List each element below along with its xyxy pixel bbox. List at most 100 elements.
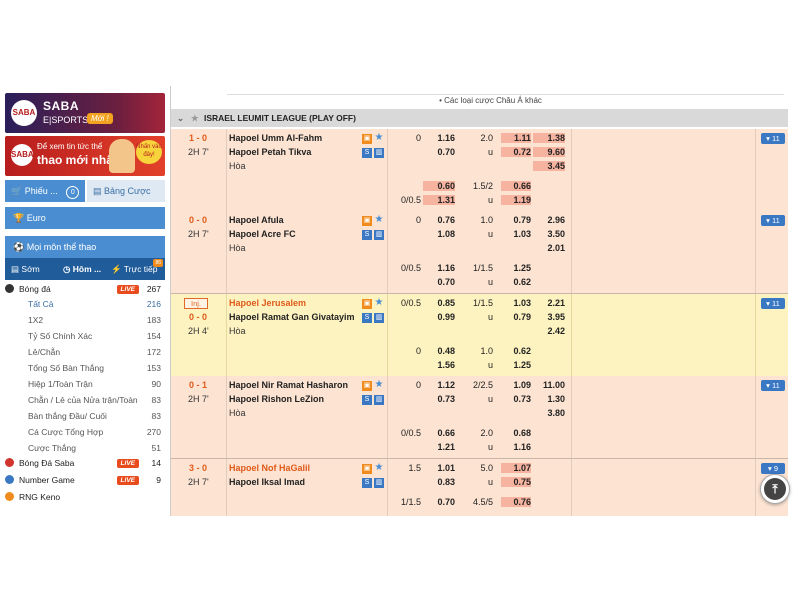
home-odds[interactable]: 1.12	[423, 380, 455, 390]
away-odds[interactable]: 0.83	[423, 477, 455, 487]
under-odds[interactable]: 0.73	[501, 394, 531, 404]
more-markets-button[interactable]: ▾ 11	[761, 215, 785, 226]
live-stream-icon[interactable]: S	[362, 148, 372, 158]
market-half-odd-even[interactable]: Chẵn / Lẻ của Nửa trận/Toàn 83	[28, 393, 163, 408]
sport-number-game[interactable]: Number Game LIVE 9	[5, 473, 165, 488]
sport-football[interactable]: Bóng đá LIVE 267	[5, 282, 165, 297]
market-correct-score[interactable]: Tỷ Số Chính Xác 154	[28, 329, 163, 344]
under-odds[interactable]: 0.75	[501, 477, 531, 487]
market-all[interactable]: Tất Cả 216	[28, 297, 163, 312]
star-icon[interactable]: ★	[374, 463, 384, 473]
away-odds-2[interactable]: 1.31	[423, 195, 455, 205]
tab-early[interactable]: ▤ Sớm	[11, 258, 40, 280]
star-icon[interactable]: ★	[374, 215, 384, 225]
home-odds[interactable]: 0.76	[423, 215, 455, 225]
1x2-draw[interactable]: 2.01	[533, 243, 565, 253]
trophy-icon[interactable]: ▣	[362, 381, 372, 391]
away-odds[interactable]: 0.73	[423, 394, 455, 404]
under-odds-2[interactable]: 1.16	[501, 442, 531, 452]
bet-slip-button[interactable]: 🛒 Phiếu ... 0	[5, 180, 85, 202]
trophy-icon[interactable]: ▣	[362, 134, 372, 144]
1x2-draw[interactable]: 3.45	[533, 161, 565, 171]
tab-today[interactable]: ◷ Hôm ...	[63, 258, 101, 280]
home-odds[interactable]: 0.85	[423, 298, 455, 308]
other-asian-bets-label[interactable]: • Các loại cược Châu Á khác	[227, 96, 754, 105]
1x2-away[interactable]: 3.95	[533, 312, 565, 322]
sport-rng-keno[interactable]: RNG Keno	[5, 490, 165, 505]
away-odds-2[interactable]: 1.21	[423, 442, 455, 452]
saba-esports-banner[interactable]: SABA SABA E|SPORTS Mới !	[5, 93, 165, 133]
over-odds[interactable]: 1.09	[501, 380, 531, 390]
stats-icon[interactable]: ▥	[374, 478, 384, 488]
home-odds-2[interactable]: 0.60	[423, 181, 455, 191]
market-mix-parlay[interactable]: Cá Cược Tổng Hợp 270	[28, 425, 163, 440]
over-odds-2[interactable]: 0.68	[501, 428, 531, 438]
market-half-full[interactable]: Hiệp 1/Toàn Trận 90	[28, 377, 163, 392]
over-odds[interactable]: 1.07	[501, 463, 531, 473]
scroll-top-button[interactable]: ⤒	[760, 474, 790, 504]
home-odds[interactable]: 1.16	[423, 133, 455, 143]
home-odds[interactable]: 1.01	[423, 463, 455, 473]
1x2-home[interactable]: 11.00	[533, 380, 565, 390]
under-odds[interactable]: 0.79	[501, 312, 531, 322]
collapse-icon[interactable]: ⌄	[177, 109, 184, 127]
tab-live[interactable]: ⚡ Trực tiếp	[111, 258, 158, 280]
over-odds-2[interactable]: 1.25	[501, 263, 531, 273]
under-odds[interactable]: 0.72	[501, 147, 531, 157]
star-icon[interactable]: ★	[374, 133, 384, 143]
market-outright[interactable]: Cược Thắng 51	[28, 441, 163, 456]
1x2-away[interactable]: 1.30	[533, 394, 565, 404]
over-odds-2[interactable]: 0.76	[501, 497, 531, 507]
more-markets-button[interactable]: ▾ 9	[761, 463, 785, 474]
home-odds-2[interactable]: 0.66	[423, 428, 455, 438]
stats-icon[interactable]: ▥	[374, 395, 384, 405]
1x2-home[interactable]: 2.21	[533, 298, 565, 308]
live-stream-icon[interactable]: S	[362, 478, 372, 488]
1x2-draw[interactable]: 2.42	[533, 326, 565, 336]
over-odds[interactable]: 1.03	[501, 298, 531, 308]
trophy-icon[interactable]: ▣	[362, 299, 372, 309]
favorite-star-icon[interactable]: ★	[191, 109, 199, 127]
away-odds[interactable]: 1.08	[423, 229, 455, 239]
live-stream-icon[interactable]: S	[362, 230, 372, 240]
sport-saba-football[interactable]: Bóng Đá Saba LIVE 14	[5, 456, 165, 471]
over-odds[interactable]: 0.79	[501, 215, 531, 225]
under-odds[interactable]: 1.03	[501, 229, 531, 239]
home-odds-2[interactable]: 0.70	[423, 497, 455, 507]
trophy-icon[interactable]: ▣	[362, 216, 372, 226]
sports-news-banner[interactable]: SABA Để xem tin tức thể thao mới nhất Nh…	[5, 136, 165, 176]
under-odds-2[interactable]: 1.25	[501, 360, 531, 370]
all-sports-header[interactable]: ⚽ Mọi môn thể thao	[5, 236, 165, 258]
live-stream-icon[interactable]: S	[362, 395, 372, 405]
more-markets-button[interactable]: ▾ 11	[761, 133, 785, 144]
away-odds-2[interactable]: 1.56	[423, 360, 455, 370]
away-odds[interactable]: 0.99	[423, 312, 455, 322]
bet-table-button[interactable]: ▤ Bảng Cược	[87, 180, 165, 202]
away-odds-2[interactable]: 0.70	[423, 277, 455, 287]
euro-button[interactable]: 🏆 Euro	[5, 207, 165, 229]
1x2-draw[interactable]: 3.80	[533, 408, 565, 418]
more-markets-button[interactable]: ▾ 11	[761, 298, 785, 309]
over-odds[interactable]: 1.11	[501, 133, 531, 143]
market-first-last-goal[interactable]: Bàn thắng Đầu/ Cuối 83	[28, 409, 163, 424]
stats-icon[interactable]: ▥	[374, 313, 384, 323]
1x2-home[interactable]: 1.38	[533, 133, 565, 143]
stats-icon[interactable]: ▥	[374, 230, 384, 240]
more-markets-button[interactable]: ▾ 11	[761, 380, 785, 391]
away-odds[interactable]: 0.70	[423, 147, 455, 157]
1x2-away[interactable]: 3.50	[533, 229, 565, 239]
under-odds-2[interactable]: 1.19	[501, 195, 531, 205]
stats-icon[interactable]: ▥	[374, 148, 384, 158]
star-icon[interactable]: ★	[374, 298, 384, 308]
1x2-away[interactable]: 9.60	[533, 147, 565, 157]
1x2-home[interactable]: 2.96	[533, 215, 565, 225]
home-odds-2[interactable]: 0.48	[423, 346, 455, 356]
under-odds-2[interactable]: 0.62	[501, 277, 531, 287]
market-1x2[interactable]: 1X2 183	[28, 313, 163, 328]
over-odds-2[interactable]: 0.66	[501, 181, 531, 191]
market-total-goals[interactable]: Tổng Số Bàn Thắng 153	[28, 361, 163, 376]
live-stream-icon[interactable]: S	[362, 313, 372, 323]
over-odds-2[interactable]: 0.62	[501, 346, 531, 356]
trophy-icon[interactable]: ▣	[362, 464, 372, 474]
star-icon[interactable]: ★	[374, 380, 384, 390]
